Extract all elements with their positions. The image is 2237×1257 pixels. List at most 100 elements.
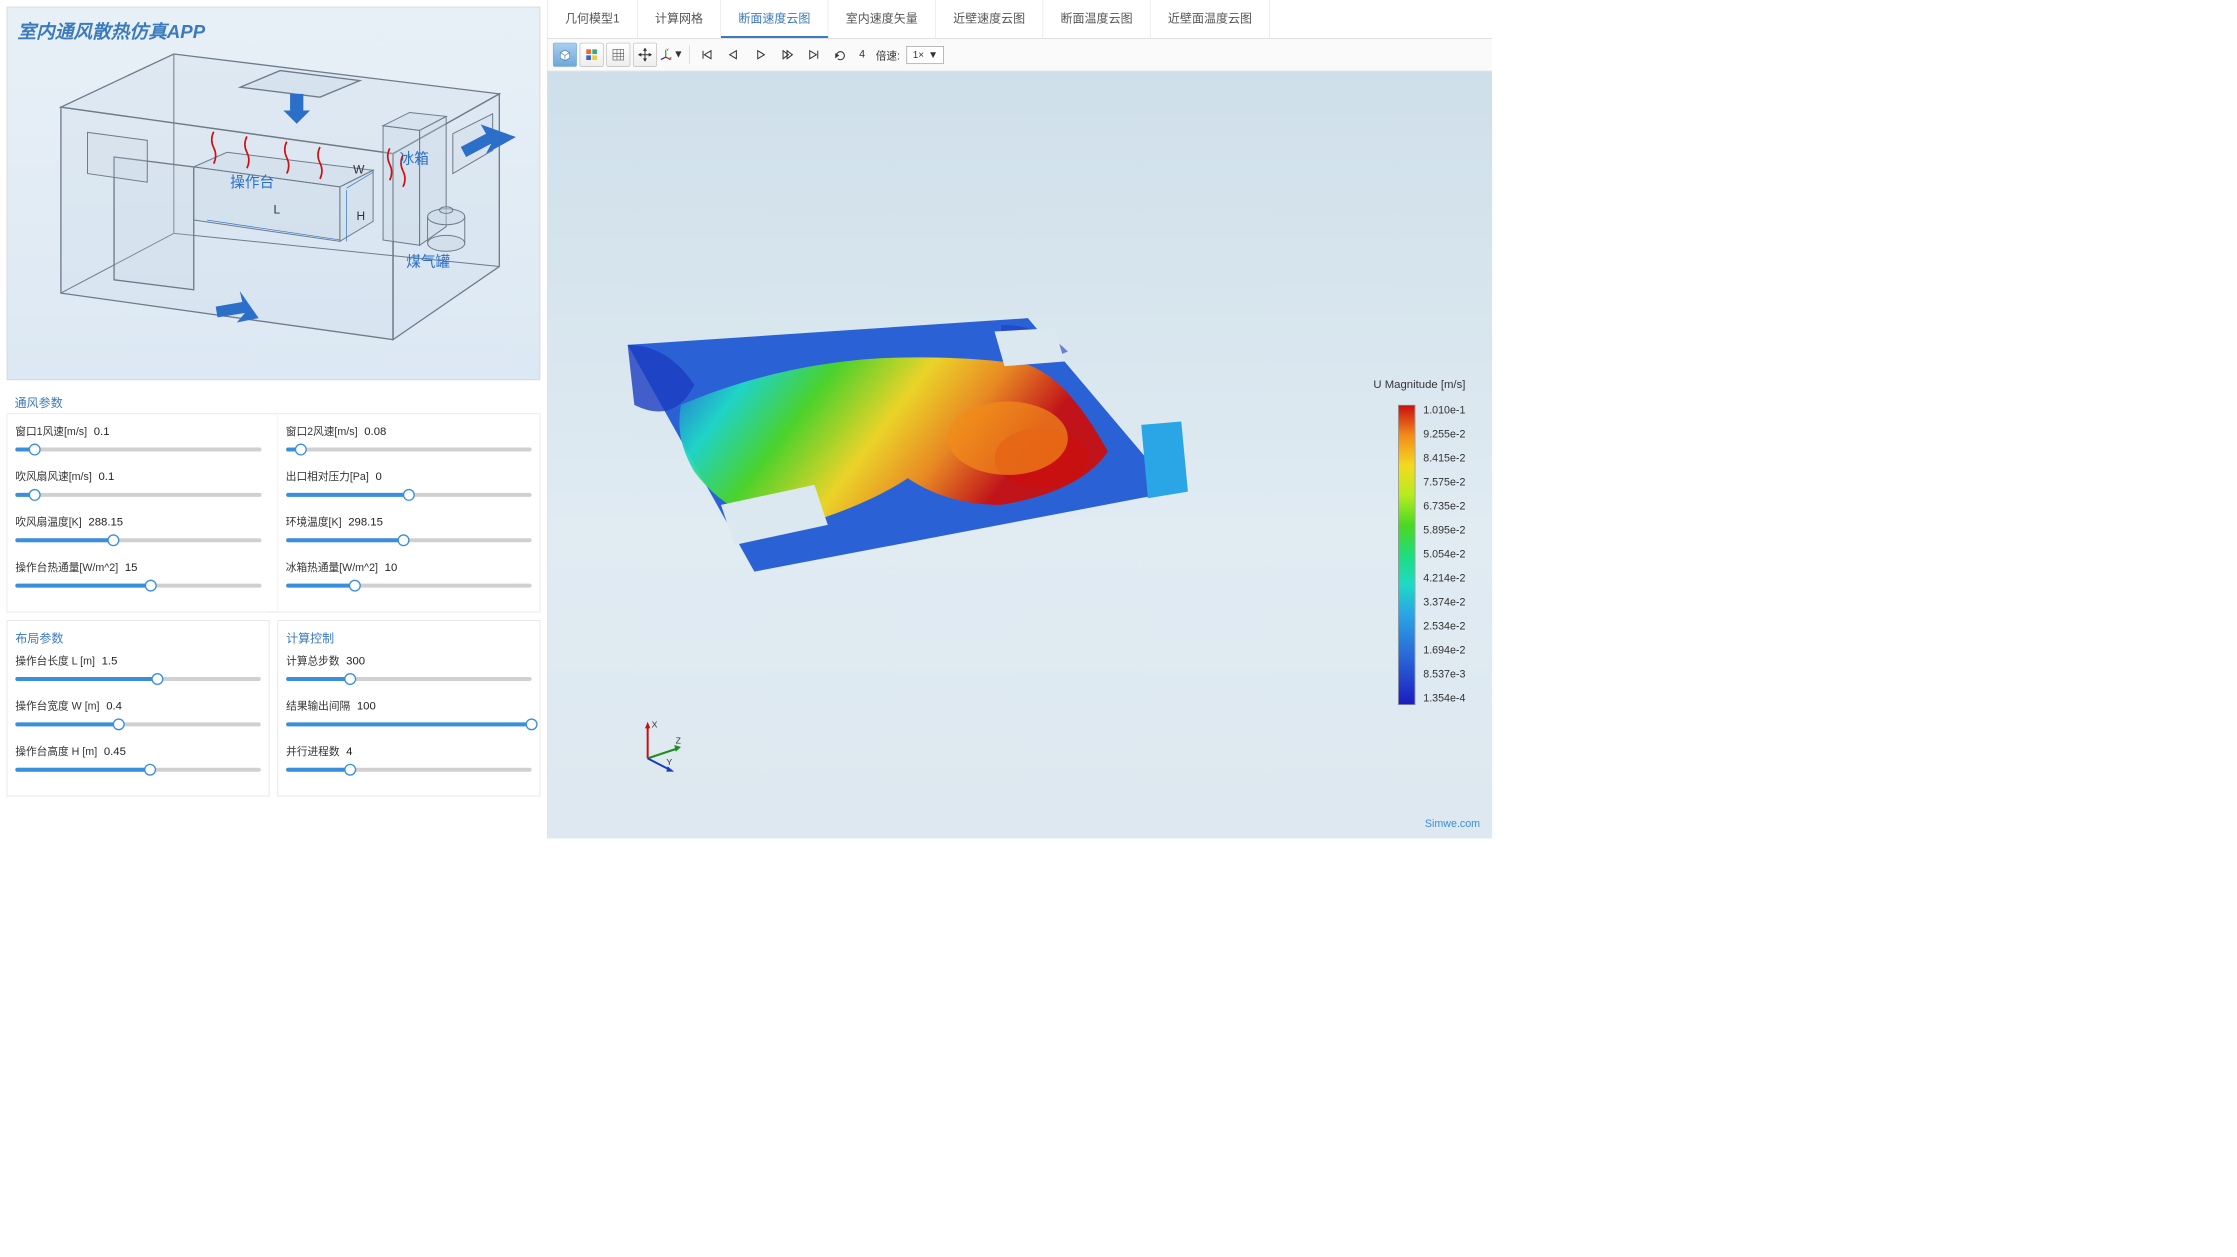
ventilation-param: 环境温度[K] 298.15 bbox=[286, 513, 532, 546]
legend-tick: 4.214e-2 bbox=[1423, 573, 1465, 585]
legend-tick: 1.010e-1 bbox=[1423, 405, 1465, 417]
first-frame-button[interactable] bbox=[695, 43, 719, 67]
svg-text:X: X bbox=[652, 720, 658, 730]
layout-label: 操作台宽度 W [m] bbox=[15, 697, 99, 713]
ventilation-slider[interactable] bbox=[286, 578, 532, 591]
ventilation-label: 吹风扇温度[K] bbox=[15, 513, 81, 529]
ventilation-param: 吹风扇风速[m/s] 0.1 bbox=[15, 468, 261, 501]
pan-button[interactable] bbox=[633, 43, 657, 67]
right-panel: 几何模型1计算网格断面速度云图室内速度矢量近壁速度云图断面温度云图近壁面温度云图… bbox=[547, 0, 1492, 838]
legend-title: U Magnitude [m/s] bbox=[1373, 378, 1465, 391]
legend-tick: 9.255e-2 bbox=[1423, 429, 1465, 441]
svg-text:Z: Z bbox=[676, 736, 682, 746]
compute-param: 并行进程数 4 bbox=[286, 742, 531, 775]
compute-label: 计算总步数 bbox=[286, 652, 339, 668]
tab-3[interactable]: 室内速度矢量 bbox=[828, 0, 935, 38]
tab-1[interactable]: 计算网格 bbox=[638, 0, 721, 38]
ventilation-slider[interactable] bbox=[15, 442, 261, 455]
layout-param: 操作台宽度 W [m] 0.4 bbox=[15, 697, 260, 730]
speed-select[interactable]: 1× ▼ bbox=[907, 46, 944, 64]
dim-H: H bbox=[356, 209, 365, 223]
legend-tick: 3.374e-2 bbox=[1423, 597, 1465, 609]
tabs: 几何模型1计算网格断面速度云图室内速度矢量近壁速度云图断面温度云图近壁面温度云图 bbox=[548, 0, 1492, 39]
legend-tick: 6.735e-2 bbox=[1423, 501, 1465, 513]
layout-value: 0.45 bbox=[104, 745, 126, 758]
label-table: 操作台 bbox=[230, 174, 274, 191]
ventilation-param: 出口相对压力[Pa] 0 bbox=[286, 468, 532, 501]
section-title-ventilation: 通风参数 bbox=[7, 388, 541, 413]
ventilation-slider[interactable] bbox=[286, 442, 532, 455]
ventilation-label: 操作台热通量[W/m^2] bbox=[15, 558, 118, 574]
ventilation-slider[interactable] bbox=[286, 533, 532, 546]
svg-text:Y: Y bbox=[666, 48, 669, 52]
ventilation-value: 288.15 bbox=[88, 516, 123, 529]
layout-slider[interactable] bbox=[15, 762, 260, 775]
left-panel: 室内通风散热仿真APP bbox=[0, 0, 547, 838]
tab-4[interactable]: 近壁速度云图 bbox=[936, 0, 1043, 38]
layout-slider[interactable] bbox=[15, 717, 260, 730]
section-title-compute: 计算控制 bbox=[286, 629, 531, 652]
last-frame-button[interactable] bbox=[802, 43, 826, 67]
grid-color-button[interactable] bbox=[580, 43, 604, 67]
legend-tick: 1.354e-4 bbox=[1423, 693, 1465, 705]
layout-label: 操作台高度 H [m] bbox=[15, 742, 97, 758]
legend-tick: 2.534e-2 bbox=[1423, 621, 1465, 633]
tab-2[interactable]: 断面速度云图 bbox=[721, 0, 828, 38]
loop-button[interactable] bbox=[828, 43, 852, 67]
axis-dropdown[interactable]: YX ▼ bbox=[660, 43, 684, 67]
legend-tick: 1.694e-2 bbox=[1423, 645, 1465, 657]
data-table-button[interactable] bbox=[606, 43, 630, 67]
ventilation-value: 0 bbox=[376, 470, 382, 483]
tab-0[interactable]: 几何模型1 bbox=[548, 0, 638, 38]
color-legend: 1.010e-19.255e-28.415e-27.575e-26.735e-2… bbox=[1398, 405, 1465, 705]
compute-slider[interactable] bbox=[286, 762, 531, 775]
ventilation-col-1: 窗口1风速[m/s] 0.1 吹风扇风速[m/s] 0.1 吹风扇温度[K] 2… bbox=[7, 414, 269, 611]
velocity-contour-plane bbox=[601, 305, 1188, 585]
legend-tick: 5.895e-2 bbox=[1423, 525, 1465, 537]
compute-label: 结果输出间隔 bbox=[286, 697, 350, 713]
label-gas: 煤气罐 bbox=[406, 254, 450, 271]
layout-param: 操作台高度 H [m] 0.45 bbox=[15, 742, 260, 775]
legend-tick: 8.537e-3 bbox=[1423, 669, 1465, 681]
next-frame-button[interactable] bbox=[775, 43, 799, 67]
layout-param: 操作台长度 L [m] 1.5 bbox=[15, 652, 260, 685]
section-title-layout: 布局参数 bbox=[15, 629, 260, 652]
ventilation-slider[interactable] bbox=[286, 488, 532, 501]
layout-section: 布局参数 操作台长度 L [m] 1.5 操作台宽度 W [m] 0.4 操作台… bbox=[7, 620, 270, 796]
ventilation-param: 吹风扇温度[K] 288.15 bbox=[15, 513, 261, 546]
visualization-area[interactable]: X Z Y U Magnitude [m/s] 1.010e-1 9.255e-2… bbox=[548, 71, 1492, 838]
view-cube-button[interactable] bbox=[553, 43, 577, 67]
toolbar: YX ▼ 4 倍速: 1× ▼ bbox=[548, 39, 1492, 72]
layout-slider[interactable] bbox=[15, 672, 260, 685]
prev-frame-button[interactable] bbox=[722, 43, 746, 67]
ventilation-value: 0.08 bbox=[364, 425, 386, 438]
play-button[interactable] bbox=[748, 43, 772, 67]
ventilation-value: 0.1 bbox=[98, 470, 114, 483]
ventilation-value: 298.15 bbox=[348, 516, 383, 529]
compute-slider[interactable] bbox=[286, 672, 531, 685]
ventilation-value: 10 bbox=[385, 561, 398, 574]
ventilation-label: 出口相对压力[Pa] bbox=[286, 468, 369, 484]
ventilation-slider[interactable] bbox=[15, 488, 261, 501]
compute-param: 结果输出间隔 100 bbox=[286, 697, 531, 730]
ventilation-param: 操作台热通量[W/m^2] 15 bbox=[15, 558, 261, 591]
ventilation-param: 冰箱热通量[W/m^2] 10 bbox=[286, 558, 532, 591]
legend-ticks: 1.010e-19.255e-28.415e-27.575e-26.735e-2… bbox=[1423, 405, 1465, 705]
compute-value: 300 bbox=[346, 654, 365, 667]
compute-slider[interactable] bbox=[286, 717, 531, 730]
ventilation-label: 窗口2风速[m/s] bbox=[286, 422, 358, 438]
ventilation-section: 通风参数 窗口1风速[m/s] 0.1 吹风扇风速[m/s] 0.1 吹风扇温度… bbox=[7, 388, 541, 612]
compute-label: 并行进程数 bbox=[286, 742, 339, 758]
bottom-row: 布局参数 操作台长度 L [m] 1.5 操作台宽度 W [m] 0.4 操作台… bbox=[7, 620, 541, 796]
ventilation-slider[interactable] bbox=[15, 578, 261, 591]
layout-value: 0.4 bbox=[106, 700, 122, 713]
coordinate-axes-icon: X Z Y bbox=[634, 718, 687, 771]
ventilation-param: 窗口2风速[m/s] 0.08 bbox=[286, 422, 532, 455]
label-fridge: 冰箱 bbox=[400, 151, 429, 168]
dim-L: L bbox=[273, 202, 280, 216]
ventilation-slider[interactable] bbox=[15, 533, 261, 546]
ventilation-param: 窗口1风速[m/s] 0.1 bbox=[15, 422, 261, 455]
tab-6[interactable]: 近壁面温度云图 bbox=[1151, 0, 1270, 38]
room-diagram: L W H 操作台 冰箱 煤气罐 bbox=[21, 47, 527, 366]
tab-5[interactable]: 断面温度云图 bbox=[1043, 0, 1150, 38]
